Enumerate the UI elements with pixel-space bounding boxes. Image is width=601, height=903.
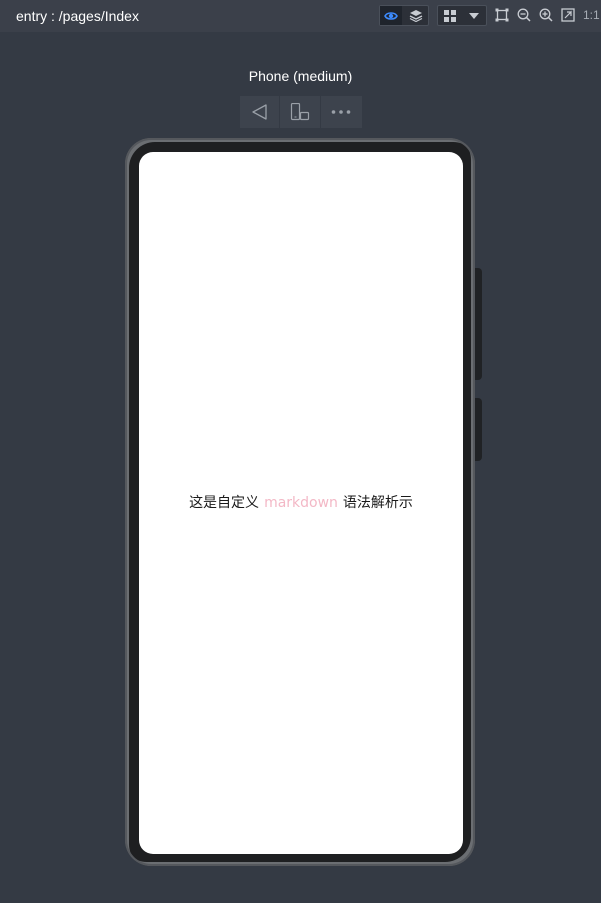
crop-icon (495, 8, 509, 22)
component-grid-button[interactable] (439, 6, 461, 25)
phone-screen[interactable]: 这是自定义 markdown 语法解析示 (139, 152, 463, 854)
markdown-span: markdown (264, 495, 338, 511)
breadcrumb: entry : /pages/Index (16, 8, 139, 24)
rotate-icon (290, 103, 310, 121)
component-dropdown-button[interactable] (463, 6, 485, 25)
dropdown-icon (469, 12, 479, 19)
text-after: 语法解析示 (342, 495, 413, 511)
component-selector-group (437, 5, 487, 26)
grid-icon (444, 9, 456, 22)
back-button[interactable] (240, 96, 281, 128)
zoom-out-button[interactable] (515, 6, 533, 24)
layers-toggle-button[interactable] (405, 6, 427, 25)
eye-icon (384, 11, 398, 20)
top-toolbar: entry : /pages/Index 1:1 (0, 0, 601, 32)
fit-screen-button[interactable] (559, 6, 577, 24)
more-button[interactable] (321, 96, 362, 128)
actual-size-button[interactable]: 1:1 (583, 8, 600, 22)
view-toggle-group (379, 5, 429, 26)
device-label: Phone (medium) (248, 68, 353, 84)
back-icon (252, 104, 267, 120)
preview-toggle-button[interactable] (380, 6, 402, 25)
zoom-out-icon (517, 8, 531, 22)
text-before: 这是自定义 (189, 495, 260, 511)
zoom-in-button[interactable] (537, 6, 555, 24)
crop-button[interactable] (493, 6, 511, 24)
more-icon (332, 110, 351, 114)
rotate-button[interactable] (280, 96, 321, 128)
zoom-in-icon (539, 8, 553, 22)
device-control-bar (240, 96, 362, 128)
fit-screen-icon (561, 8, 575, 22)
markdown-text: 这是自定义 markdown 语法解析示 (139, 494, 463, 512)
layers-icon (409, 10, 423, 22)
